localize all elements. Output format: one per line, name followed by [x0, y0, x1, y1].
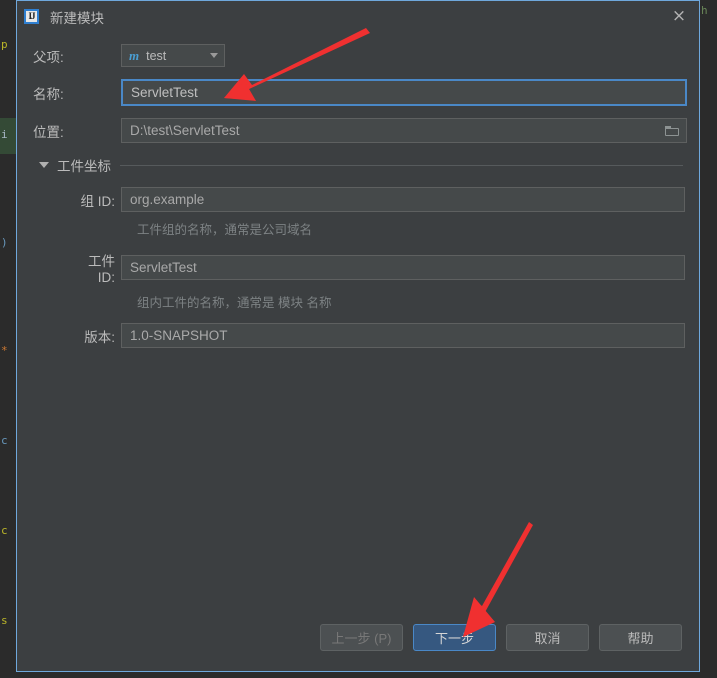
close-icon[interactable]: ×	[668, 6, 690, 28]
help-button[interactable]: 帮助	[599, 624, 682, 651]
name-input[interactable]: ServletTest	[121, 79, 687, 106]
name-input-value: ServletTest	[131, 85, 198, 100]
dialog-title: 新建模块	[50, 10, 104, 26]
previous-button[interactable]: 上一步 (P)	[320, 624, 403, 651]
group-id-hint: 工件组的名称，通常是公司域名	[137, 223, 313, 237]
artifact-id-input-value: ServletTest	[130, 260, 197, 275]
editor-right-fragment: h	[701, 4, 708, 17]
location-label: 位置:	[33, 124, 64, 140]
artifact-coordinates-section-header[interactable]: 工件坐标	[17, 155, 699, 175]
maven-m-logo-icon: m	[129, 47, 140, 63]
group-id-input[interactable]: org.example	[121, 187, 685, 212]
artifact-id-label: 工件 ID:	[88, 254, 115, 285]
location-row: 位置: D:\test\ServletTest	[17, 118, 699, 143]
module-form: 父项: m test 名称: ServletTest 位置: D:\test\S…	[17, 32, 699, 348]
dialog-button-bar: 上一步 (P) 下一步 取消 帮助	[17, 624, 699, 651]
group-id-row: 组 ID: org.example	[17, 187, 699, 212]
artifact-id-input[interactable]: ServletTest	[121, 255, 685, 280]
location-input-value: D:\test\ServletTest	[130, 123, 240, 138]
artifact-id-row: 工件 ID: ServletTest	[17, 250, 699, 285]
artifact-id-hint: 组内工件的名称，通常是 模块 名称	[137, 296, 332, 310]
chevron-down-icon	[210, 53, 218, 58]
artifact-coordinates-title: 工件坐标	[57, 159, 111, 174]
group-id-input-value: org.example	[130, 192, 205, 207]
group-id-label: 组 ID:	[80, 193, 115, 209]
cancel-button[interactable]: 取消	[506, 624, 589, 651]
name-label: 名称:	[33, 86, 64, 102]
dialog-titlebar: IJ 新建模块 ×	[17, 1, 699, 32]
version-row: 版本: 1.0-SNAPSHOT	[17, 323, 699, 348]
section-divider	[120, 164, 683, 166]
version-input[interactable]: 1.0-SNAPSHOT	[121, 323, 685, 348]
version-input-value: 1.0-SNAPSHOT	[130, 328, 228, 343]
parent-combobox-value: test	[146, 48, 167, 63]
parent-combobox[interactable]: m test	[121, 44, 225, 67]
parent-row: 父项: m test	[17, 44, 699, 67]
name-row: 名称: ServletTest	[17, 79, 699, 106]
location-input[interactable]: D:\test\ServletTest	[121, 118, 687, 143]
triangle-down-icon	[39, 162, 49, 168]
folder-icon[interactable]	[665, 125, 680, 137]
parent-label: 父项:	[33, 49, 64, 65]
new-module-dialog: IJ 新建模块 × 父项: m test 名称: ServletTest 位置:…	[16, 0, 700, 672]
next-button[interactable]: 下一步	[413, 624, 496, 651]
editor-code-sliver: p i ) * c c s e e 0 : n 0	[1, 38, 8, 627]
version-label: 版本:	[84, 329, 115, 345]
intellij-idea-icon: IJ	[24, 9, 39, 24]
